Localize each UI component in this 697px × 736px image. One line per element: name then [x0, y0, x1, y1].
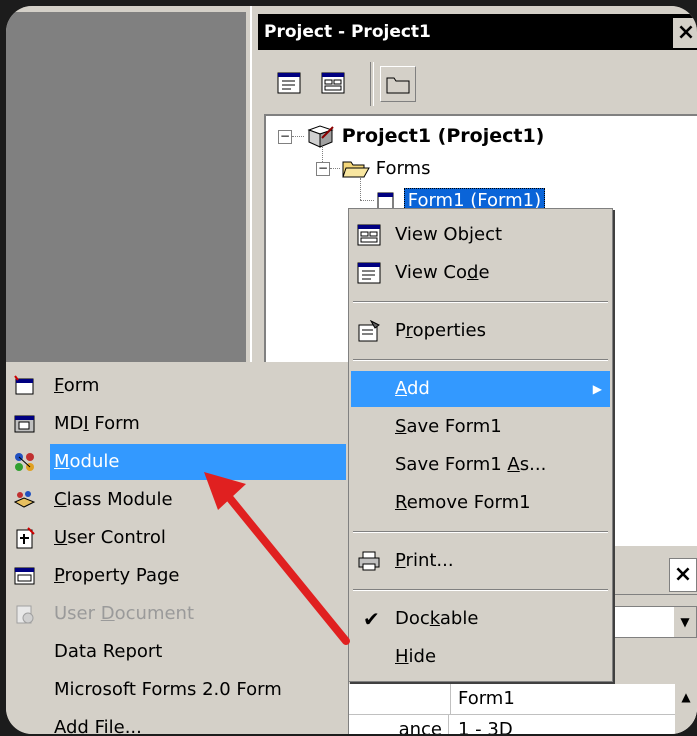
- menu-separator: [353, 301, 608, 303]
- add-submenu: Form MDI Form Module Class Module User C…: [6, 362, 349, 734]
- tree-node-forms-label: Forms: [375, 158, 431, 179]
- submenu-item-label: Module: [54, 451, 120, 472]
- checkmark-icon: ✔: [363, 607, 380, 631]
- menu-item-view-code[interactable]: View Code: [351, 255, 610, 291]
- toggle-folders-button[interactable]: [380, 66, 416, 102]
- view-code-button[interactable]: [272, 66, 306, 100]
- project-explorer-toolbar: [262, 58, 692, 112]
- user-control-icon: [16, 527, 35, 549]
- menu-item-label: Properties: [395, 320, 486, 341]
- submenu-item-label: Class Module: [54, 489, 173, 510]
- property-value-cell[interactable]: 1 - 3D: [450, 715, 679, 734]
- properties-icon: [358, 320, 380, 342]
- tree-line: [330, 168, 340, 169]
- mdi-form-icon: [14, 415, 35, 433]
- property-page-icon: [14, 567, 35, 585]
- menu-item-label: View Object: [395, 224, 503, 245]
- menu-item-label: Save Form1 As...: [395, 454, 547, 475]
- context-menu: View Object View Code Properties Add ▶ S…: [348, 208, 613, 682]
- chevron-down-icon[interactable]: ▼: [674, 607, 696, 637]
- menu-item-label: Add: [395, 378, 430, 399]
- user-document-icon: [16, 605, 34, 624]
- submenu-item-user-control[interactable]: User Control: [6, 520, 348, 556]
- submenu-item-property-page[interactable]: Property Page: [6, 558, 348, 594]
- submenu-item-ms-forms[interactable]: Microsoft Forms 2.0 Form: [6, 672, 348, 708]
- submenu-item-data-report[interactable]: Data Report: [6, 634, 348, 670]
- menu-item-save-form[interactable]: Save Form1: [351, 409, 610, 445]
- menu-item-label: Save Form1: [395, 416, 502, 437]
- menu-separator: [353, 589, 608, 591]
- project-explorer-title-bar[interactable]: Project - Project1 ×: [258, 14, 697, 50]
- toolbar-separator: [370, 62, 374, 106]
- property-value-cell[interactable]: Form1: [450, 684, 679, 715]
- tree-expander-root[interactable]: −: [278, 130, 292, 144]
- submenu-item-label: Data Report: [54, 641, 163, 662]
- menu-separator: [353, 359, 608, 361]
- workspace-top-strip: [6, 6, 246, 12]
- folder-icon: [386, 77, 410, 94]
- screenshot-frame: Project - Project1 × − Project1 (Project…: [6, 6, 697, 734]
- submenu-item-form[interactable]: Form: [6, 368, 348, 404]
- submenu-item-label: Form: [54, 375, 100, 396]
- menu-item-dockable[interactable]: ✔ Dockable: [351, 601, 610, 637]
- tree-node-forms[interactable]: Forms: [342, 154, 430, 184]
- tree-node-project[interactable]: Project1 (Project1): [306, 121, 544, 151]
- menu-item-view-object[interactable]: View Object: [351, 217, 610, 253]
- submenu-item-label: User Control: [54, 527, 166, 548]
- menu-item-add[interactable]: Add ▶: [351, 371, 610, 407]
- printer-icon: [358, 551, 380, 571]
- submenu-item-add-file[interactable]: Add File...: [6, 710, 348, 734]
- submenu-arrow-icon: ▶: [592, 382, 602, 396]
- menu-item-label: Dockable: [395, 608, 479, 629]
- menu-item-hide[interactable]: Hide: [351, 639, 610, 675]
- project-icon: [307, 125, 334, 148]
- submenu-item-user-document: User Document: [6, 596, 348, 632]
- tree-line: [292, 136, 304, 137]
- mdi-workspace: [6, 6, 246, 366]
- menu-item-remove-form[interactable]: Remove Form1: [351, 485, 610, 521]
- menu-item-save-form-as[interactable]: Save Form1 As...: [351, 447, 610, 483]
- class-module-icon: [13, 491, 36, 508]
- tree-expander-forms[interactable]: −: [316, 162, 330, 176]
- project-explorer-title: Project - Project1: [264, 22, 431, 42]
- submenu-item-label: Property Page: [54, 565, 180, 586]
- submenu-item-module[interactable]: Module: [6, 444, 348, 480]
- form-icon: [14, 375, 34, 395]
- submenu-item-label: Add File...: [54, 717, 142, 734]
- menu-item-label: View Code: [395, 262, 490, 283]
- submenu-item-class-module[interactable]: Class Module: [6, 482, 348, 518]
- view-code-icon: [357, 262, 381, 284]
- view-object-icon: [321, 72, 345, 94]
- close-button[interactable]: ×: [673, 18, 697, 48]
- menu-item-label: Hide: [395, 646, 437, 667]
- open-folder-icon: [342, 161, 370, 178]
- properties-scrollbar[interactable]: ▲: [675, 684, 697, 734]
- submenu-item-label: MDI Form: [54, 413, 140, 434]
- menu-item-label: Print...: [395, 550, 454, 571]
- view-object-button[interactable]: [316, 66, 350, 100]
- menu-item-label: Remove Form1: [395, 492, 531, 513]
- view-object-icon: [357, 224, 381, 246]
- submenu-item-label: Microsoft Forms 2.0 Form: [54, 679, 282, 700]
- tree-node-project-label: Project1 (Project1): [341, 125, 545, 147]
- menu-separator: [353, 531, 608, 533]
- tree-line: [360, 200, 374, 201]
- view-code-icon: [277, 72, 301, 94]
- tree-line: [360, 178, 361, 200]
- module-icon: [15, 453, 34, 471]
- menu-item-properties[interactable]: Properties: [351, 313, 610, 349]
- properties-close-button[interactable]: ×: [669, 558, 697, 592]
- menu-item-print[interactable]: Print...: [351, 543, 610, 579]
- submenu-item-mdi-form[interactable]: MDI Form: [6, 406, 348, 442]
- scroll-up-icon[interactable]: ▲: [675, 684, 697, 710]
- submenu-item-label: User Document: [54, 603, 195, 624]
